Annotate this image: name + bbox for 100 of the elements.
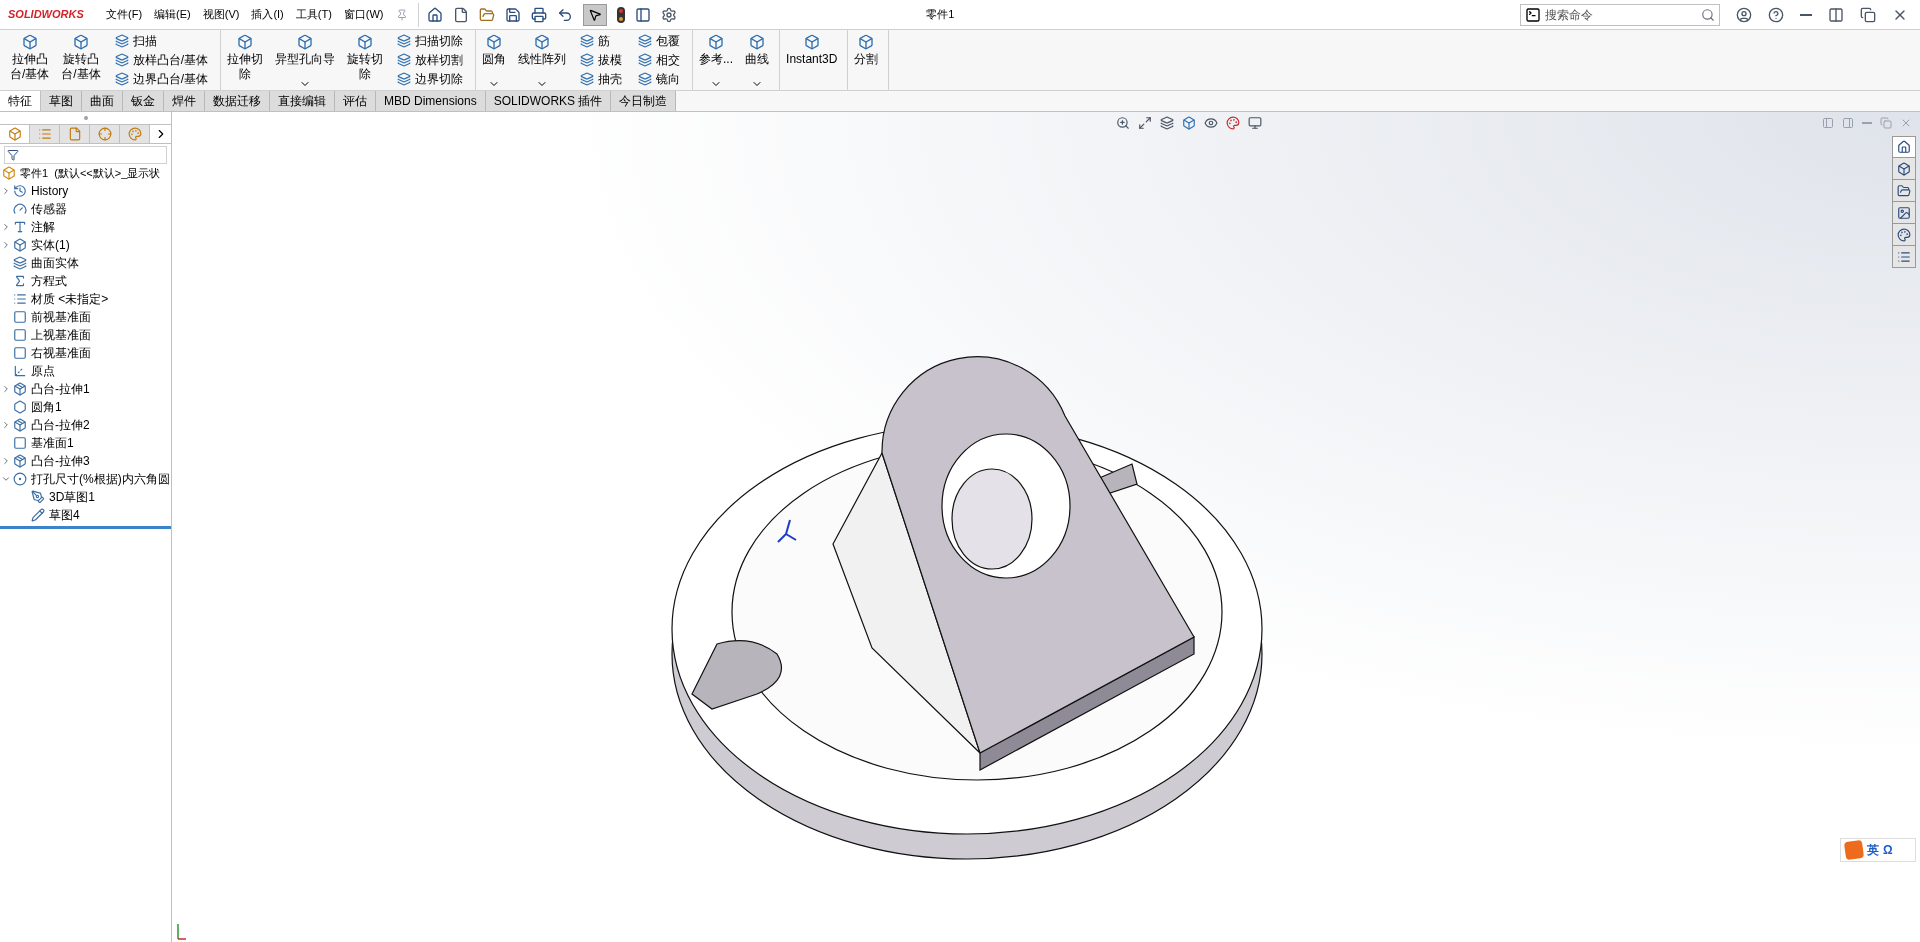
tree-item[interactable]: 基准面1 xyxy=(1,434,74,452)
ribbon-button[interactable]: 放样凸台/基体 xyxy=(110,51,213,69)
save-icon xyxy=(504,6,521,23)
tree-item[interactable]: 传感器 xyxy=(1,200,67,218)
tree-item[interactable]: 实体(1) xyxy=(1,236,70,254)
tree-item[interactable]: 方程式 xyxy=(1,272,67,290)
feature-icon xyxy=(749,34,766,50)
folder-icon[interactable] xyxy=(1892,180,1916,202)
ribbon-button[interactable]: 包覆 xyxy=(634,32,685,50)
tree-item[interactable]: 圆角1 xyxy=(1,398,62,416)
tree-item[interactable]: 上视基准面 xyxy=(1,326,91,344)
ribbon-button[interactable]: 分割 xyxy=(848,30,885,90)
tree-item[interactable]: 前视基准面 xyxy=(1,308,91,326)
filter-icon[interactable] xyxy=(7,149,19,161)
input-method-logo-icon[interactable] xyxy=(1843,839,1865,861)
collapsed-caret-icon[interactable] xyxy=(1,456,11,466)
help-icon xyxy=(1768,6,1784,23)
select-tool-button[interactable] xyxy=(582,3,607,26)
expanded-caret-icon[interactable] xyxy=(1,474,11,484)
pen-icon xyxy=(31,490,45,504)
home-icon[interactable] xyxy=(1892,136,1916,158)
pin-icon[interactable] xyxy=(395,8,408,21)
tree-item[interactable]: 材质 <未指定> xyxy=(1,290,109,308)
ribbon-button[interactable]: 旋转凸 台/基体 xyxy=(55,30,107,90)
ribbon-button[interactable]: 圆角 xyxy=(476,30,513,90)
panel-tab[interactable] xyxy=(90,125,120,143)
tree-item[interactable]: 凸台-拉伸2 xyxy=(1,416,90,434)
ribbon-button[interactable]: 曲线 xyxy=(739,30,776,90)
ime-symbol[interactable]: Ω xyxy=(1883,841,1893,859)
ribbon-button[interactable]: 边界切除 xyxy=(393,70,468,88)
command-tab[interactable]: MBD Dimensions xyxy=(376,91,486,111)
section-view-icon xyxy=(1160,116,1174,130)
image-icon[interactable] xyxy=(1892,202,1916,224)
ribbon-button[interactable]: 边界凸台/基体 xyxy=(110,70,213,88)
menu-item[interactable]: 窗口(W) xyxy=(337,6,390,23)
command-tab[interactable]: SOLIDWORKS 插件 xyxy=(485,91,612,111)
ime-language[interactable]: 英 xyxy=(1867,841,1879,859)
ribbon-button[interactable]: 镜向 xyxy=(634,70,685,88)
search-field[interactable]: 搜索命令 xyxy=(1520,3,1720,26)
ribbon-button[interactable]: 异型孔向导 xyxy=(269,30,342,90)
tree-root[interactable]: 零件1 (默认<<默认>_显示状 xyxy=(20,164,161,182)
tile-left-icon xyxy=(1822,117,1834,129)
splitter-handle-icon[interactable] xyxy=(83,116,88,120)
command-tab[interactable]: 直接编辑 xyxy=(270,91,335,111)
new-document-icon xyxy=(452,6,469,23)
collapsed-caret-icon[interactable] xyxy=(1,186,11,196)
ribbon-button[interactable]: 抽壳 xyxy=(576,70,627,88)
ribbon-button[interactable]: 扫描切除 xyxy=(393,32,468,50)
tree-item[interactable]: 原点 xyxy=(1,362,55,380)
ribbon-button[interactable]: 拉伸凸 台/基体 xyxy=(4,30,56,90)
ribbon-button[interactable]: 拉伸切 除 xyxy=(221,30,270,90)
tree-item[interactable]: 3D草图1 xyxy=(19,488,95,506)
command-tab[interactable]: 钣金 xyxy=(123,91,164,111)
gauge-icon xyxy=(13,202,27,216)
ribbon-button[interactable]: 相交 xyxy=(634,51,685,69)
menu-item[interactable]: 编辑(E) xyxy=(148,6,197,23)
feature-icon xyxy=(73,34,89,50)
feature-icon xyxy=(486,34,503,50)
tree-item[interactable]: 凸台-拉伸3 xyxy=(1,452,90,470)
collapsed-caret-icon[interactable] xyxy=(1,420,11,430)
tree-item[interactable]: 打孔尺寸(%根据)内六角圆 xyxy=(1,470,170,488)
ribbon-button[interactable]: 拔模 xyxy=(576,51,627,69)
tree-item[interactable]: History xyxy=(1,182,69,200)
menu-item[interactable]: 工具(T) xyxy=(289,6,338,23)
command-tab[interactable]: 评估 xyxy=(335,91,376,111)
menu-item[interactable]: 插入(I) xyxy=(245,6,290,23)
tree-item[interactable]: 注解 xyxy=(1,218,55,236)
text-icon xyxy=(13,220,27,234)
feature-icon xyxy=(397,72,412,86)
reference-triad-icon xyxy=(177,923,187,940)
panel-tab[interactable] xyxy=(30,125,60,143)
ribbon-button[interactable]: 旋转切 除 xyxy=(341,30,390,90)
tree-item[interactable]: 凸台-拉伸1 xyxy=(1,380,90,398)
ribbon-button[interactable]: 参考... xyxy=(693,30,740,90)
ribbon-button[interactable]: 线性阵列 xyxy=(512,30,573,90)
library-icon[interactable] xyxy=(1892,158,1916,180)
command-tab[interactable]: 数据迁移 xyxy=(205,91,270,111)
ribbon-button[interactable]: Instant3D xyxy=(780,30,844,90)
ribbon-button[interactable]: 扫描 xyxy=(110,32,213,50)
color-wheel-icon[interactable] xyxy=(1892,224,1916,246)
restore-icon xyxy=(1880,117,1892,129)
minimize-icon[interactable] xyxy=(1800,13,1812,16)
traffic-light-icon[interactable] xyxy=(616,6,625,23)
window-title: 零件1 xyxy=(926,7,955,23)
search-input[interactable]: 搜索命令 xyxy=(1545,5,1697,24)
tree-item[interactable]: 草图4 xyxy=(19,506,80,524)
tree-item[interactable]: 右视基准面 xyxy=(1,344,91,362)
command-tab[interactable]: 焊件 xyxy=(164,91,205,111)
command-tab[interactable]: 今日制造 xyxy=(611,91,677,111)
menu-item[interactable]: 视图(V) xyxy=(196,6,246,23)
ribbon-button[interactable]: 筋 xyxy=(576,32,627,50)
command-tab[interactable]: 曲面 xyxy=(82,91,123,111)
tree-item[interactable]: 曲面实体 xyxy=(1,254,79,272)
list-icon[interactable] xyxy=(1892,246,1916,268)
ribbon-button[interactable]: 放样切割 xyxy=(393,51,468,69)
collapsed-caret-icon[interactable] xyxy=(1,384,11,394)
command-tab[interactable]: 特征 xyxy=(0,91,41,111)
menu-item[interactable]: 文件(F) xyxy=(100,6,149,23)
panel-tab[interactable] xyxy=(60,125,90,143)
command-tab[interactable]: 草图 xyxy=(41,91,82,111)
